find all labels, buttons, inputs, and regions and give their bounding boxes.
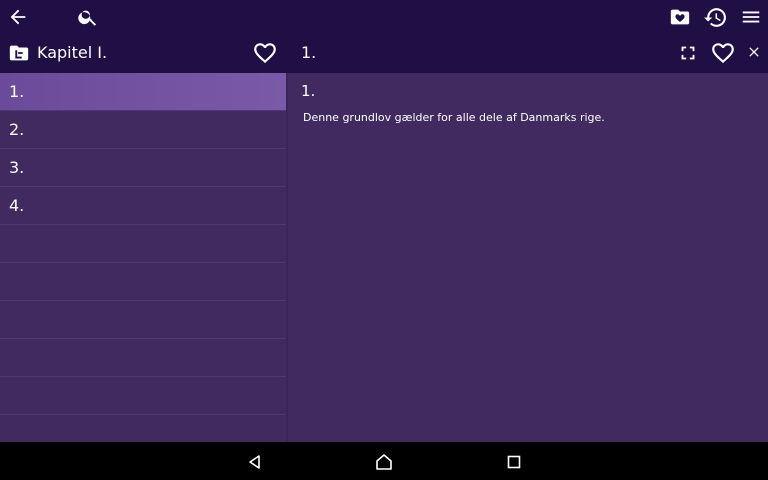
list-item-label: 2. [9, 120, 25, 139]
sub-header-bar [0, 33, 768, 73]
nav-back-button[interactable] [243, 450, 267, 474]
detail-panel [288, 73, 768, 442]
history-icon [703, 7, 726, 27]
list-item[interactable]: 1. [0, 73, 286, 111]
empty-row [0, 377, 286, 415]
detail-favorite-button[interactable] [709, 39, 737, 67]
list-item[interactable]: 3. [0, 149, 286, 187]
article-number: 1. [301, 82, 316, 100]
recents-square-icon [507, 455, 521, 469]
back-button[interactable] [5, 4, 31, 30]
heart-outline-icon [712, 43, 734, 64]
arrow-left-icon [10, 9, 26, 25]
history-button[interactable] [701, 3, 729, 31]
menu-icon [742, 11, 760, 23]
list-item[interactable]: 2. [0, 111, 286, 149]
empty-row [0, 339, 286, 377]
heart-outline-icon [254, 43, 276, 64]
chapter-icon-wrap [6, 41, 32, 65]
top-app-bar [0, 0, 768, 33]
empty-row [0, 263, 286, 301]
search-button[interactable] [75, 4, 101, 30]
close-button[interactable] [744, 42, 764, 62]
list-item-label: 1. [9, 82, 25, 101]
folder-heart-icon [670, 9, 690, 25]
list-item-label: 4. [9, 196, 25, 215]
chapter-title: Kapitel I. [37, 43, 108, 62]
back-triangle-icon [249, 455, 260, 469]
search-icon [78, 10, 97, 26]
fullscreen-icon [681, 46, 695, 60]
section-list: 1. 2. 3. 4. [0, 73, 286, 442]
fullscreen-button[interactable] [676, 41, 700, 65]
nav-home-button[interactable] [372, 450, 396, 474]
menu-button[interactable] [738, 4, 764, 30]
detail-header-title: 1. [301, 43, 317, 62]
system-navigation-bar [0, 442, 768, 480]
nav-recents-button[interactable] [502, 450, 526, 474]
list-item[interactable]: 4. [0, 187, 286, 225]
article-text: Denne grundlov gælder for alle dele af D… [303, 111, 605, 124]
list-item-label: 3. [9, 158, 25, 177]
chapter-favorite-button[interactable] [251, 39, 279, 67]
folder-tree-icon [9, 45, 29, 61]
close-icon [749, 47, 759, 57]
favorites-folder-button[interactable] [667, 4, 693, 30]
empty-row [0, 301, 286, 339]
home-icon [376, 454, 392, 470]
empty-row [0, 225, 286, 263]
